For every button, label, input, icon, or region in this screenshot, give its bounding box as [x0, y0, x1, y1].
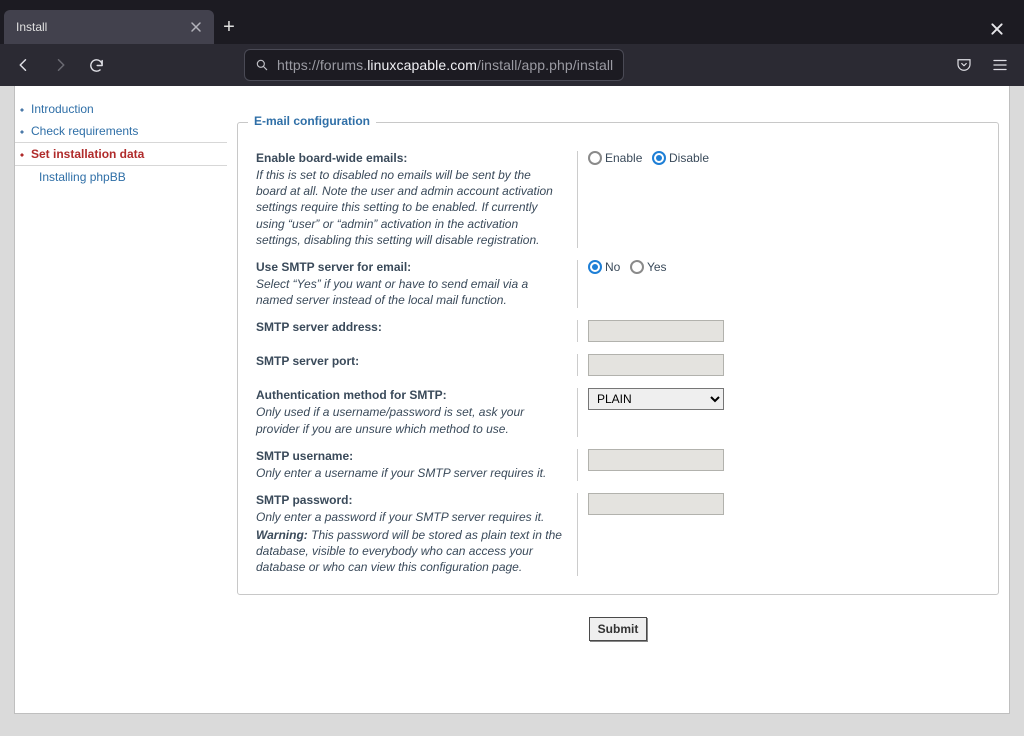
tab-bar: Install +: [0, 0, 1024, 44]
smtp-pass-warning: Warning: This password will be stored as…: [256, 527, 563, 576]
search-icon: [255, 58, 269, 72]
address-bar[interactable]: https://forums.linuxcapable.com/install/…: [244, 49, 624, 81]
browser-toolbar: https://forums.linuxcapable.com/install/…: [0, 44, 1024, 86]
forward-button[interactable]: [48, 53, 72, 77]
enable-emails-radio-disable[interactable]: Disable: [652, 151, 709, 165]
page-panel: Introduction Check requirements Set inst…: [14, 86, 1010, 714]
tab-close-icon[interactable]: [190, 21, 202, 33]
reload-button[interactable]: [84, 53, 108, 77]
url-text: https://forums.linuxcapable.com/install/…: [277, 57, 613, 73]
fieldset-legend: E-mail configuration: [248, 114, 376, 128]
smtp-auth-help: Only used if a username/password is set,…: [256, 404, 563, 436]
smtp-pass-label: SMTP password:: [256, 493, 563, 507]
smtp-port-input[interactable]: [588, 354, 724, 376]
sidebar-item-introduction[interactable]: Introduction: [15, 98, 227, 120]
viewport: Introduction Check requirements Set inst…: [0, 86, 1024, 736]
new-tab-button[interactable]: +: [214, 10, 244, 44]
use-smtp-radio-yes[interactable]: Yes: [630, 260, 667, 274]
window-close-icon[interactable]: [978, 14, 1016, 44]
enable-emails-radio-enable[interactable]: Enable: [588, 151, 642, 165]
menu-icon[interactable]: [988, 53, 1012, 77]
submit-button[interactable]: Submit: [589, 617, 648, 641]
sidebar-item-installing-phpbb[interactable]: Installing phpBB: [15, 166, 227, 188]
smtp-pass-input[interactable]: [588, 493, 724, 515]
smtp-auth-label: Authentication method for SMTP:: [256, 388, 563, 402]
main-panel: E-mail configuration Enable board-wide e…: [227, 86, 1009, 713]
smtp-pass-help: Only enter a password if your SMTP serve…: [256, 509, 563, 525]
smtp-host-label: SMTP server address:: [256, 320, 563, 334]
tab-title: Install: [16, 20, 47, 34]
use-smtp-radio-no[interactable]: No: [588, 260, 620, 274]
sidebar-item-set-installation-data[interactable]: Set installation data: [15, 142, 227, 166]
install-sidebar: Introduction Check requirements Set inst…: [15, 86, 227, 713]
smtp-user-help: Only enter a username if your SMTP serve…: [256, 465, 563, 481]
smtp-user-label: SMTP username:: [256, 449, 563, 463]
email-config-fieldset: E-mail configuration Enable board-wide e…: [237, 122, 999, 595]
enable-emails-label: Enable board-wide emails:: [256, 151, 563, 165]
sidebar-item-check-requirements[interactable]: Check requirements: [15, 120, 227, 142]
use-smtp-help: Select “Yes” if you want or have to send…: [256, 276, 563, 308]
smtp-host-input[interactable]: [588, 320, 724, 342]
enable-emails-help: If this is set to disabled no emails wil…: [256, 167, 563, 248]
smtp-port-label: SMTP server port:: [256, 354, 563, 368]
smtp-user-input[interactable]: [588, 449, 724, 471]
pocket-icon[interactable]: [952, 53, 976, 77]
use-smtp-label: Use SMTP server for email:: [256, 260, 563, 274]
back-button[interactable]: [12, 53, 36, 77]
browser-tab[interactable]: Install: [4, 10, 214, 44]
smtp-auth-select[interactable]: PLAIN: [588, 388, 724, 410]
